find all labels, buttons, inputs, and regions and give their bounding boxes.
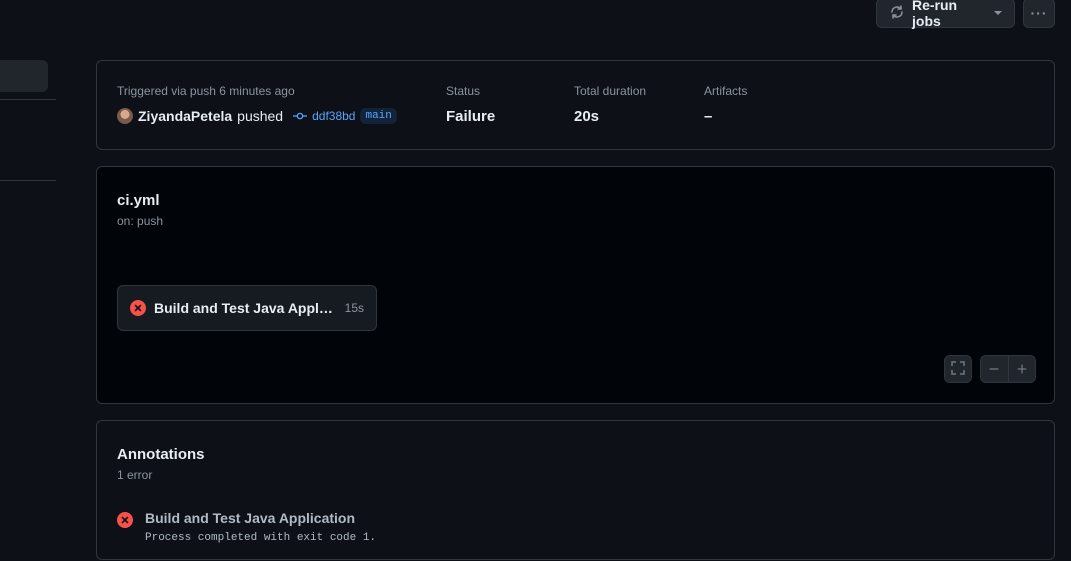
zoom-out-button[interactable] xyxy=(981,356,1008,382)
annotation-message: Process completed with exit code 1. xyxy=(145,532,377,544)
x-circle-fill-icon xyxy=(117,512,133,528)
annotations-count: 1 error xyxy=(117,468,153,482)
avatar[interactable] xyxy=(117,108,133,124)
sidebar-divider xyxy=(0,99,56,100)
more-options-button[interactable]: ··· xyxy=(1023,0,1055,28)
sync-icon xyxy=(889,4,905,23)
sidebar-selected-item[interactable] xyxy=(0,60,48,92)
caret-down-icon xyxy=(994,11,1002,15)
zoom-controls xyxy=(980,355,1036,383)
rerun-jobs-button[interactable]: Re-run jobs xyxy=(876,0,1015,29)
duration-value: 20s xyxy=(574,108,600,125)
commit-sha-link[interactable]: ddf38bd xyxy=(312,109,355,123)
triggered-text: Triggered via push 6 minutes ago xyxy=(117,84,295,98)
annotation-item[interactable]: Build and Test Java Application Process … xyxy=(117,510,376,544)
minus-icon xyxy=(989,368,999,370)
status-value: Failure xyxy=(446,108,496,125)
sidebar-divider xyxy=(0,180,56,181)
status-label: Status xyxy=(446,84,481,98)
duration-label: Total duration xyxy=(574,84,647,98)
workflow-graph-panel: ci.yml on: push Build and Test Java Appl… xyxy=(96,166,1055,404)
artifacts-value: – xyxy=(704,108,713,125)
run-summary-panel: Triggered via push 6 minutes ago Ziyanda… xyxy=(96,60,1055,150)
job-name: Build and Test Java Applicat... xyxy=(154,300,337,316)
job-duration: 15s xyxy=(344,301,364,315)
annotations-panel: Annotations 1 error Build and Test Java … xyxy=(96,420,1055,560)
branch-label[interactable]: main xyxy=(360,108,397,124)
git-commit-icon xyxy=(293,109,308,123)
fullscreen-button[interactable] xyxy=(944,355,972,383)
plus-icon xyxy=(1017,364,1027,374)
annotation-job-name[interactable]: Build and Test Java Application xyxy=(145,510,376,526)
workflow-file-title: ci.yml xyxy=(117,192,160,209)
annotations-title: Annotations xyxy=(117,446,205,463)
screen-full-icon xyxy=(950,360,966,379)
pusher-info: ZiyandaPetela pushed ddf38bd main xyxy=(117,108,397,124)
x-circle-fill-icon xyxy=(130,300,146,316)
artifacts-label: Artifacts xyxy=(704,84,748,98)
rerun-jobs-label: Re-run jobs xyxy=(912,0,958,29)
pushed-text: pushed xyxy=(237,108,284,124)
job-card[interactable]: Build and Test Java Applicat... 15s xyxy=(117,285,377,331)
zoom-in-button[interactable] xyxy=(1007,356,1036,382)
kebab-horizontal-icon: ··· xyxy=(1030,5,1048,21)
user-link[interactable]: ZiyandaPetela xyxy=(138,108,232,124)
workflow-trigger: on: push xyxy=(117,214,164,228)
